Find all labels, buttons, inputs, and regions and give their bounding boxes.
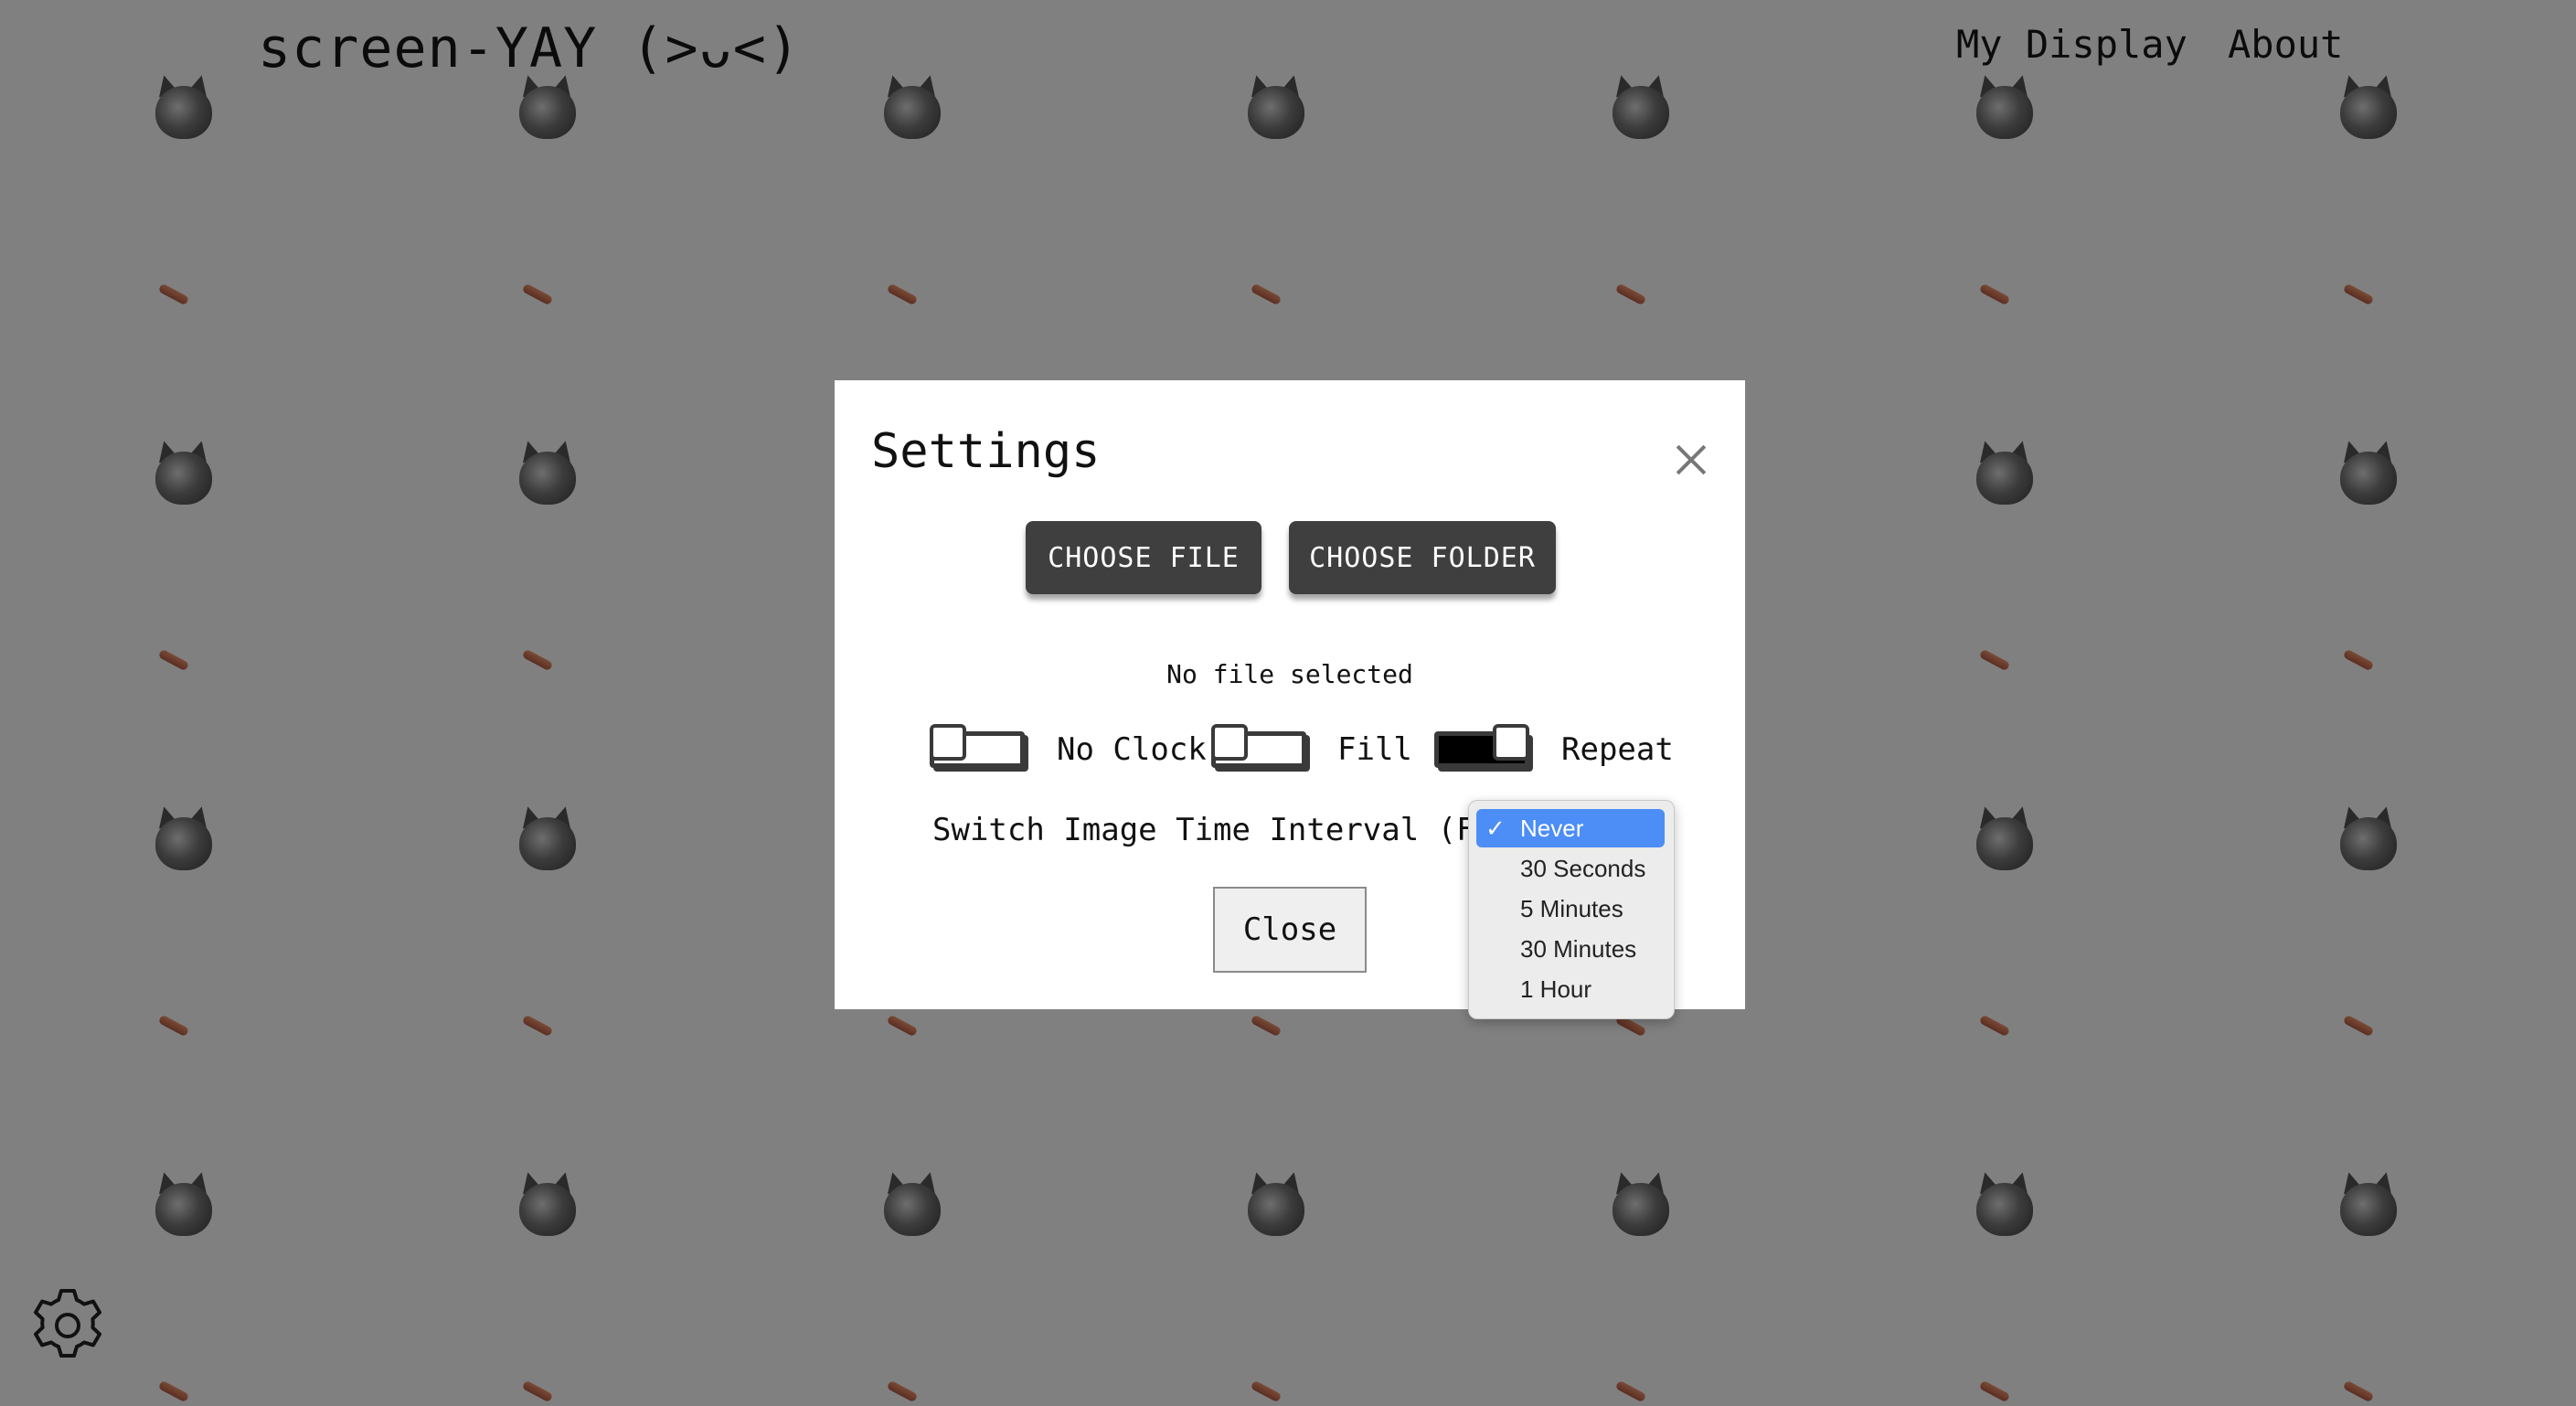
cat-image: [151, 804, 215, 878]
cat-image: [1608, 72, 1672, 146]
stick-image: [2342, 648, 2375, 672]
gear-icon[interactable]: [27, 1285, 108, 1366]
dropdown-option-5-minutes[interactable]: 5 Minutes: [1476, 889, 1665, 928]
stick-image: [157, 282, 190, 306]
cat-image: [515, 72, 579, 146]
modal-title: Settings: [871, 424, 1101, 479]
choose-folder-button[interactable]: CHOOSE FOLDER: [1289, 521, 1556, 594]
toggle-knob: [930, 724, 966, 761]
cat-image: [2336, 804, 2400, 878]
close-x-icon[interactable]: [1674, 442, 1708, 477]
cat-image: [151, 438, 215, 512]
cat-image: [151, 1169, 215, 1243]
option-label: Never: [1520, 814, 1584, 842]
stick-image: [1978, 282, 2011, 306]
option-label: 1 Hour: [1520, 975, 1592, 1003]
stick-image: [521, 1379, 554, 1403]
stick-image: [1978, 1379, 2011, 1403]
stick-image: [2342, 282, 2375, 306]
toggle-knob: [1211, 724, 1248, 761]
file-status-text: No file selected: [1166, 659, 1413, 689]
cat-image: [515, 804, 579, 878]
cat-image: [2336, 438, 2400, 512]
cat-image: [1972, 72, 2036, 146]
stick-image: [521, 282, 554, 306]
fill-toggle[interactable]: [1211, 724, 1312, 770]
cat-image: [2336, 1169, 2400, 1243]
cat-image: [1608, 1169, 1672, 1243]
cat-image: [879, 1169, 943, 1243]
cat-image: [1972, 438, 2036, 512]
cat-image: [151, 72, 215, 146]
stick-image: [1978, 1014, 2011, 1038]
repeat-toggle[interactable]: [1434, 724, 1535, 770]
cat-image: [1972, 1169, 2036, 1243]
nav-about-link[interactable]: About: [2228, 22, 2343, 67]
no-clock-toggle[interactable]: [930, 724, 1030, 770]
stick-image: [1978, 648, 2011, 672]
nav-my-display-link[interactable]: My Display: [1956, 22, 2187, 67]
stick-image: [1614, 282, 1647, 306]
stick-image: [1250, 1014, 1283, 1038]
stick-image: [2342, 1379, 2375, 1403]
cat-image: [879, 72, 943, 146]
stick-image: [521, 1014, 554, 1038]
interval-dropdown-menu[interactable]: ✓ Never 30 Seconds 5 Minutes 30 Minutes …: [1468, 800, 1675, 1019]
stick-image: [157, 648, 190, 672]
stick-image: [1250, 1379, 1283, 1403]
dropdown-option-30-seconds[interactable]: 30 Seconds: [1476, 849, 1665, 888]
app-title: screen-YAY (>ᴗ<): [258, 16, 801, 80]
stick-image: [1614, 1379, 1647, 1403]
no-clock-label: No Clock: [1057, 731, 1207, 768]
toggle-knob: [1493, 724, 1529, 761]
stick-image: [886, 282, 919, 306]
repeat-label: Repeat: [1561, 731, 1674, 768]
dropdown-option-30-minutes[interactable]: 30 Minutes: [1476, 930, 1665, 968]
option-label: 30 Minutes: [1520, 934, 1637, 963]
option-label: 5 Minutes: [1520, 894, 1623, 922]
cat-image: [2336, 72, 2400, 146]
fill-label: Fill: [1337, 731, 1412, 768]
dropdown-option-never[interactable]: ✓ Never: [1476, 809, 1665, 847]
cat-image: [515, 1169, 579, 1243]
dropdown-option-1-hour[interactable]: 1 Hour: [1476, 970, 1665, 1008]
stick-image: [157, 1379, 190, 1403]
stick-image: [157, 1014, 190, 1038]
close-button[interactable]: Close: [1213, 887, 1367, 973]
choose-file-button[interactable]: CHOOSE FILE: [1026, 521, 1261, 594]
option-label: 30 Seconds: [1520, 854, 1646, 882]
cat-image: [1243, 1169, 1307, 1243]
stick-image: [1250, 282, 1283, 306]
cat-image: [1972, 804, 2036, 878]
checkmark-icon: ✓: [1485, 814, 1506, 842]
stick-image: [886, 1379, 919, 1403]
stick-image: [886, 1014, 919, 1038]
cat-image: [1243, 72, 1307, 146]
cat-image: [515, 438, 579, 512]
stick-image: [521, 648, 554, 672]
stick-image: [2342, 1014, 2375, 1038]
